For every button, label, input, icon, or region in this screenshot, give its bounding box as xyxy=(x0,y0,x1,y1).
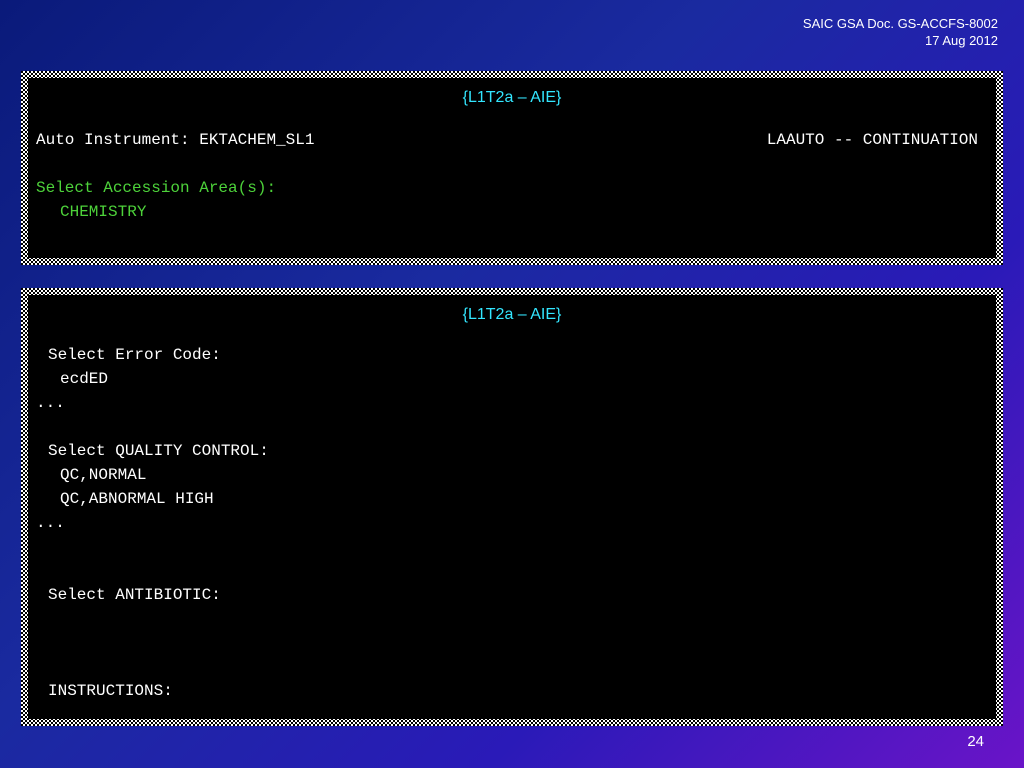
antibiotic-prompt: Select ANTIBIOTIC: xyxy=(48,586,221,604)
quality-control-value[interactable]: QC,ABNORMAL HIGH xyxy=(60,487,214,511)
ellipsis: ... xyxy=(36,394,65,412)
error-code-prompt: Select Error Code: xyxy=(48,346,221,364)
quality-control-value[interactable]: QC,NORMAL xyxy=(60,463,146,487)
accession-prompt: Select Accession Area(s): xyxy=(36,179,277,197)
panel-title: {L1T2a – AIE} xyxy=(462,89,562,106)
terminal-panel-top: {L1T2a – AIE} Auto Instrument: EKTACHEM_… xyxy=(21,71,1003,265)
ellipsis: ... xyxy=(36,514,65,532)
document-header: SAIC GSA Doc. GS-ACCFS-8002 17 Aug 2012 xyxy=(803,15,998,49)
document-id: SAIC GSA Doc. GS-ACCFS-8002 xyxy=(802,16,998,31)
instrument-line: Auto Instrument: EKTACHEM_SL1 xyxy=(36,131,315,149)
terminal-panel-bottom: {L1T2a – AIE} Select Error Code: ecdED .… xyxy=(21,288,1003,726)
panel-title: {L1T2a – AIE} xyxy=(462,306,562,323)
page-number: 24 xyxy=(967,733,984,750)
instructions-prompt: INSTRUCTIONS: xyxy=(48,682,173,700)
document-date: 17 Aug 2012 xyxy=(924,33,998,48)
error-code-value[interactable]: ecdED xyxy=(60,367,108,391)
accession-value[interactable]: CHEMISTRY xyxy=(60,200,146,224)
quality-control-prompt: Select QUALITY CONTROL: xyxy=(48,442,269,460)
mode-label: LAAUTO -- CONTINUATION xyxy=(766,131,978,149)
